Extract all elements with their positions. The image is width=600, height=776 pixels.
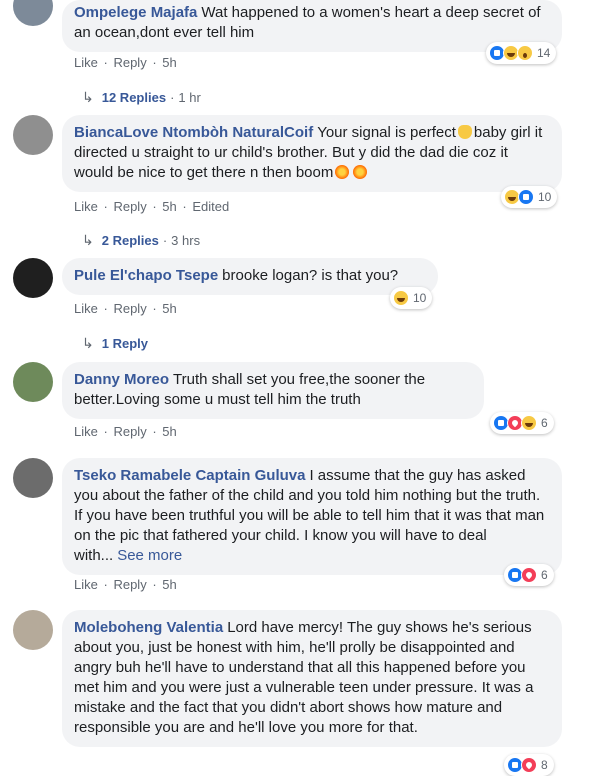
comment-author[interactable]: Tseko Ramabele Captain Guluva	[74, 467, 305, 484]
comment-text: Lord have mercy! The guy shows he's seri…	[74, 619, 534, 736]
comment-timestamp[interactable]: 5h	[162, 424, 176, 439]
separator: ·	[152, 424, 157, 439]
avatar[interactable]	[13, 458, 53, 498]
reaction-summary[interactable]: 6	[504, 564, 554, 586]
comment-timestamp[interactable]: 5h	[162, 577, 176, 592]
comment-text: Your signal is perfect	[317, 124, 456, 141]
ok-hand-emoji-icon	[457, 125, 472, 139]
comment-author[interactable]: Danny Moreo	[74, 371, 169, 388]
avatar[interactable]	[13, 258, 53, 298]
reply-arrow-icon: ↳	[82, 335, 94, 351]
like-link[interactable]: Like	[74, 577, 98, 592]
separator: ·	[152, 199, 157, 214]
separator: ·	[162, 233, 168, 248]
view-replies-link[interactable]: ↳ 2 Replies · 3 hrs	[82, 232, 200, 249]
reply-link[interactable]: Reply	[113, 199, 146, 214]
love-reaction-icon	[521, 567, 537, 583]
haha-reaction-icon	[393, 290, 409, 306]
comment-actions: Like · Reply · 5h	[74, 424, 179, 439]
reaction-summary[interactable]: 14	[486, 42, 557, 64]
reaction-summary[interactable]: 8	[504, 754, 554, 776]
comment-actions: Like · Reply · 5h · Edited	[74, 199, 231, 214]
comment-text: brooke logan? is that you?	[222, 267, 399, 284]
avatar[interactable]	[13, 0, 53, 26]
see-more-link[interactable]: See more	[117, 547, 182, 564]
view-replies-link[interactable]: ↳ 12 Replies · 1 hr	[82, 89, 201, 106]
comment-actions: Like · Reply · 5h	[74, 301, 179, 316]
reaction-count: 6	[541, 416, 548, 430]
comment-timestamp[interactable]: 5h	[162, 301, 176, 316]
comment-actions: Like · Reply · 5h	[74, 577, 179, 592]
like-link[interactable]: Like	[74, 301, 98, 316]
replies-label: 1 Reply	[101, 336, 148, 351]
comment-author[interactable]: BiancaLove Ntombòh NaturalCoif	[74, 124, 313, 141]
reaction-count: 10	[413, 291, 427, 305]
separator: ·	[103, 424, 108, 439]
wow-reaction-icon	[517, 45, 533, 61]
reaction-count: 6	[541, 568, 548, 582]
comment-author[interactable]: Moleboheng Valentia	[74, 619, 223, 636]
avatar[interactable]	[13, 115, 53, 155]
comment-timestamp[interactable]: 5h	[162, 55, 176, 70]
separator: ·	[103, 55, 108, 70]
reaction-summary[interactable]: 6	[490, 412, 554, 434]
reaction-summary[interactable]: 10	[501, 186, 558, 208]
reply-link[interactable]: Reply	[113, 55, 146, 70]
comment-bubble: Tseko Ramabele Captain Guluva I assume th…	[62, 458, 562, 575]
avatar[interactable]	[13, 362, 53, 402]
haha-reaction-icon	[521, 415, 537, 431]
separator: ·	[103, 199, 108, 214]
avatar[interactable]	[13, 610, 53, 650]
like-link[interactable]: Like	[74, 199, 98, 214]
separator: ·	[152, 577, 157, 592]
view-replies-link[interactable]: ↳ 1 Reply	[82, 335, 148, 352]
comment-bubble: Danny Moreo Truth shall set you free,the …	[62, 362, 484, 419]
separator: ·	[152, 55, 157, 70]
replies-label: 2 Replies	[101, 233, 159, 248]
reaction-count: 10	[538, 190, 552, 204]
comment-bubble: Pule El'chapo Tsepe brooke logan? is that…	[62, 258, 438, 295]
replies-time: 1 hr	[178, 90, 201, 105]
comment-bubble: Ompelege Majafa Wat happened to a women's…	[62, 0, 562, 52]
reaction-count: 8	[541, 758, 548, 772]
boom-emoji-icon	[353, 165, 368, 179]
reply-arrow-icon: ↳	[82, 89, 94, 105]
comment-timestamp[interactable]: 5h	[162, 199, 176, 214]
separator: ·	[182, 199, 187, 214]
boom-emoji-icon	[335, 165, 350, 179]
separator: ·	[103, 301, 108, 316]
comment-actions: Like · Reply · 5h	[74, 55, 179, 70]
separator: ·	[170, 90, 175, 105]
replies-label: 12 Replies	[101, 90, 167, 105]
reaction-summary[interactable]: 10	[390, 287, 433, 309]
reply-link[interactable]: Reply	[113, 577, 146, 592]
like-reaction-icon	[518, 189, 534, 205]
comment-bubble: BiancaLove Ntombòh NaturalCoif Your signa…	[62, 115, 562, 192]
comment-author[interactable]: Pule El'chapo Tsepe	[74, 267, 218, 284]
reply-arrow-icon: ↳	[82, 232, 94, 248]
reply-link[interactable]: Reply	[113, 424, 146, 439]
comment-bubble: Moleboheng Valentia Lord have mercy! The …	[62, 610, 562, 747]
separator: ·	[103, 577, 108, 592]
reaction-count: 14	[537, 46, 551, 60]
reply-link[interactable]: Reply	[113, 301, 146, 316]
replies-time: 3 hrs	[171, 233, 201, 248]
like-link[interactable]: Like	[74, 424, 98, 439]
edited-label[interactable]: Edited	[192, 199, 229, 214]
separator: ·	[152, 301, 157, 316]
comment-author[interactable]: Ompelege Majafa	[74, 4, 197, 21]
like-link[interactable]: Like	[74, 55, 98, 70]
